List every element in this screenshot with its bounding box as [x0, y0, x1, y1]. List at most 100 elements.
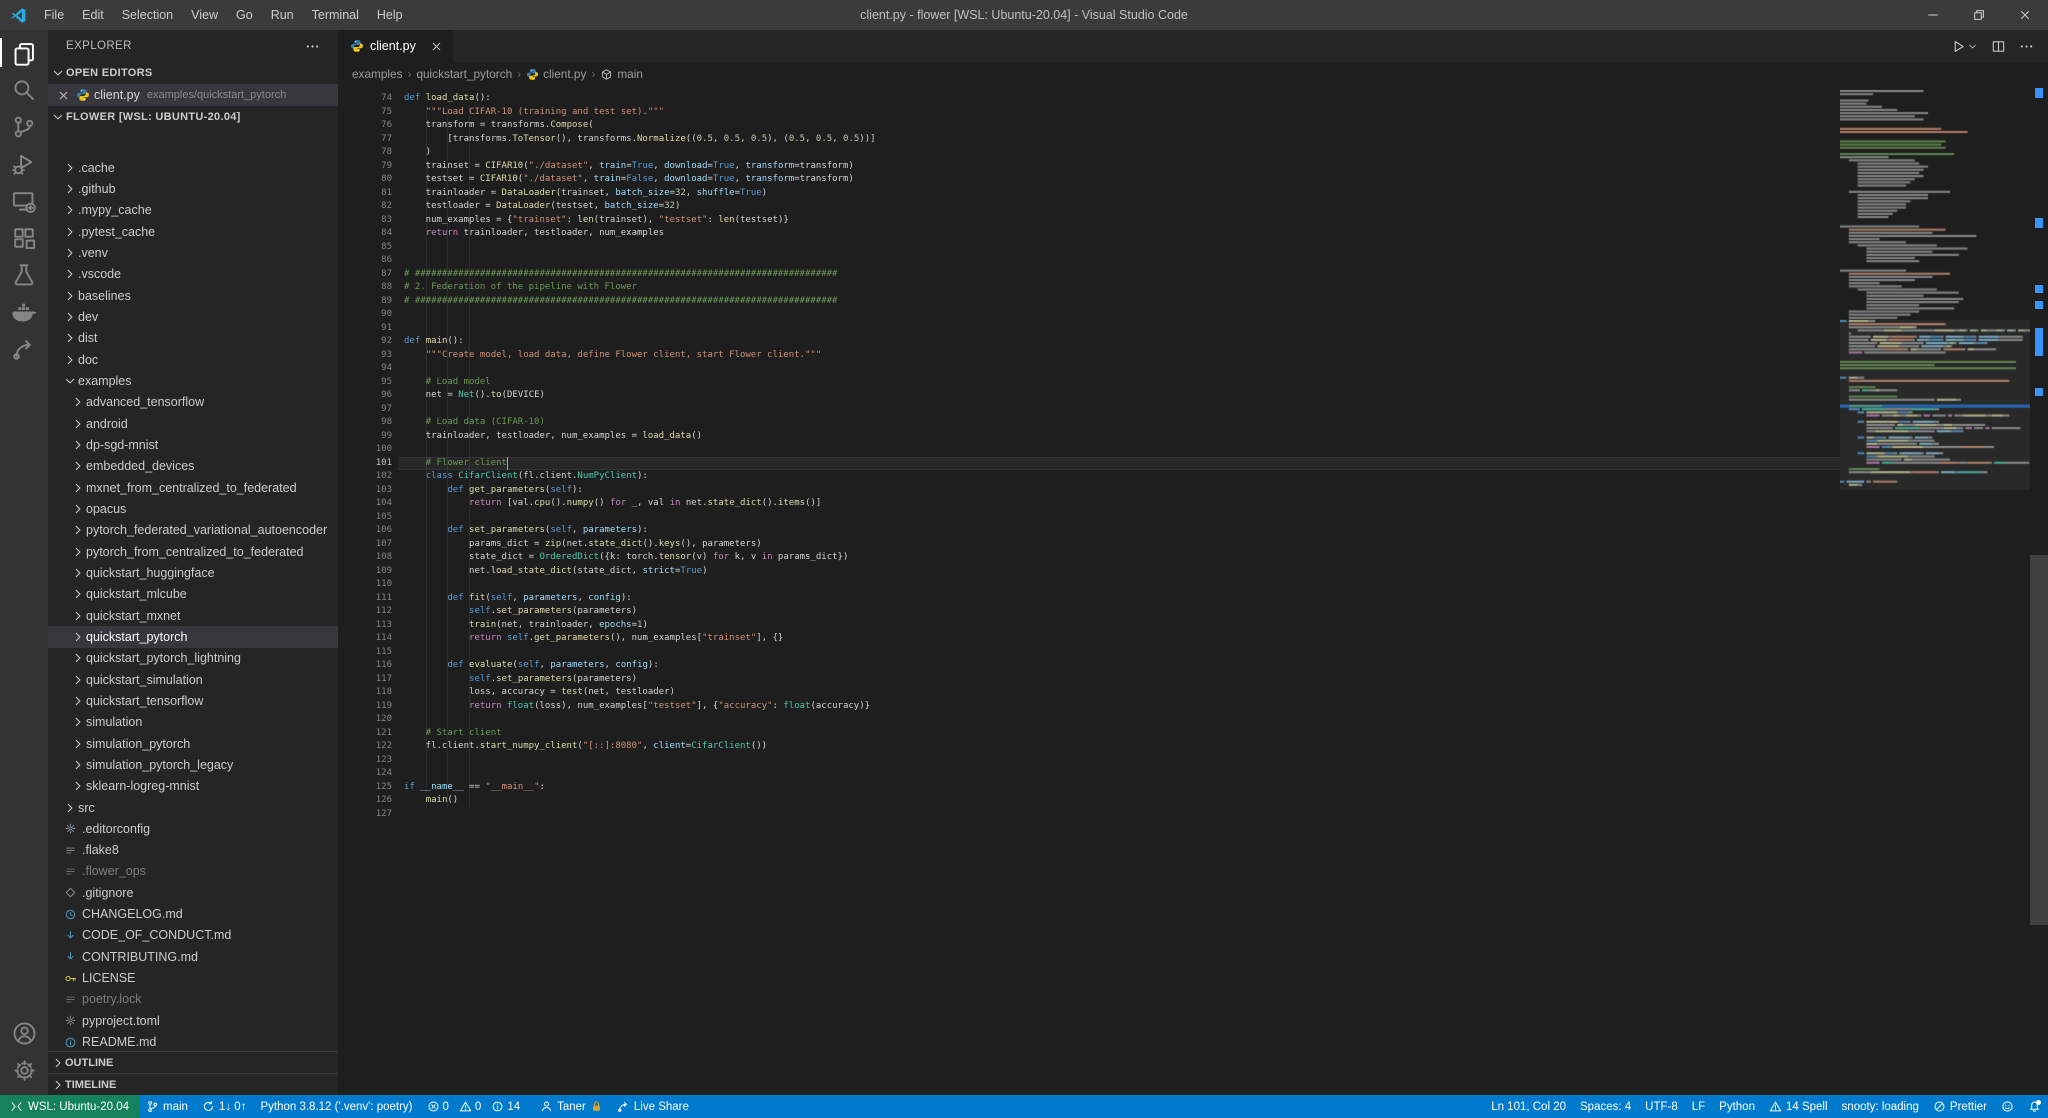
split-editor-icon[interactable]: [1991, 39, 2006, 54]
tree-item-examples[interactable]: examples: [48, 370, 338, 391]
line-number-123[interactable]: 123: [338, 754, 392, 768]
status-cursor-position[interactable]: Ln 101, Col 20: [1484, 1095, 1573, 1118]
status-liveshare-user[interactable]: Taner: [533, 1095, 610, 1118]
menu-terminal[interactable]: Terminal: [303, 0, 368, 30]
activity-search-icon[interactable]: [0, 71, 48, 108]
code-line-123[interactable]: [404, 754, 876, 768]
line-number-112[interactable]: 112: [338, 605, 392, 619]
outline-section[interactable]: OUTLINE: [48, 1051, 338, 1073]
minimap[interactable]: [1840, 86, 2030, 506]
status-problems[interactable]: 0 0 14: [420, 1095, 534, 1118]
line-number-126[interactable]: 126: [338, 794, 392, 808]
line-number-91[interactable]: 91: [338, 322, 392, 336]
code-line-124[interactable]: [404, 767, 876, 781]
code-line-122[interactable]: fl.client.start_numpy_client("[::]:8080"…: [404, 740, 876, 754]
activity-source-control-icon[interactable]: [0, 108, 48, 145]
code-line-77[interactable]: [transforms.ToTensor(), transforms.Norma…: [404, 133, 875, 147]
status-notifications[interactable]: [2021, 1095, 2048, 1118]
line-number-104[interactable]: 104: [338, 497, 392, 511]
line-number-114[interactable]: 114: [338, 632, 392, 646]
menu-view[interactable]: View: [182, 0, 227, 30]
menu-edit[interactable]: Edit: [73, 0, 113, 30]
tree-item-embedded_devices[interactable]: embedded_devices: [48, 456, 338, 477]
tree-item-CONTRIBUTING.md[interactable]: CONTRIBUTING.md: [48, 946, 338, 967]
tree-item-pytorch_federated_variational_autoencoder[interactable]: pytorch_federated_variational_autoencode…: [48, 520, 338, 541]
tree-item-android[interactable]: android: [48, 413, 338, 434]
line-number-92[interactable]: 92: [338, 335, 392, 349]
code-line-74[interactable]: def load_data():: [404, 92, 876, 106]
line-number-97[interactable]: 97: [338, 403, 392, 417]
code-line-104[interactable]: return [val.cpu().numpy() for _, val in …: [404, 497, 876, 511]
code-line-120[interactable]: [404, 713, 876, 727]
activity-accounts-icon[interactable]: [0, 1015, 48, 1052]
activity-settings-icon[interactable]: [0, 1052, 48, 1089]
code-line-92[interactable]: def main():: [404, 335, 876, 349]
tree-item-.venv[interactable]: .venv: [48, 242, 338, 263]
tree-item-advanced_tensorflow[interactable]: advanced_tensorflow: [48, 392, 338, 413]
tree-item-LICENSE[interactable]: LICENSE: [48, 967, 338, 988]
line-number-90[interactable]: 90: [338, 308, 392, 322]
line-number-103[interactable]: 103: [338, 484, 392, 498]
code-line-116[interactable]: def evaluate(self, parameters, config):: [404, 659, 876, 673]
activity-extensions-icon[interactable]: [0, 219, 48, 256]
line-number-96[interactable]: 96: [338, 389, 392, 403]
status-liveshare[interactable]: Live Share: [610, 1095, 696, 1118]
line-number-89[interactable]: 89: [338, 295, 392, 309]
tree-item-poetry.lock[interactable]: poetry.lock: [48, 989, 338, 1010]
line-number-102[interactable]: 102: [338, 470, 392, 484]
tree-item-.mypy_cache[interactable]: .mypy_cache: [48, 200, 338, 221]
code-line-78[interactable]: ): [404, 146, 876, 160]
minimize-button[interactable]: [1910, 0, 1956, 30]
line-number-115[interactable]: 115: [338, 646, 392, 660]
line-number-85[interactable]: 85: [338, 241, 392, 255]
line-number-87[interactable]: 87: [338, 268, 392, 282]
code-line-99[interactable]: trainloader, testloader, num_examples = …: [404, 430, 876, 444]
timeline-section[interactable]: TIMELINE: [48, 1073, 338, 1095]
line-number-122[interactable]: 122: [338, 740, 392, 754]
line-number-80[interactable]: 80: [338, 173, 392, 187]
code-line-126[interactable]: main(): [404, 794, 876, 808]
code-line-95[interactable]: # Load model: [404, 376, 876, 390]
code-line-84[interactable]: return trainloader, testloader, num_exam…: [404, 227, 876, 241]
code-line-125[interactable]: if __name__ == "__main__":: [404, 781, 876, 795]
line-number-77[interactable]: 77: [338, 133, 392, 147]
code-content[interactable]: def load_data(): """Load CIFAR-10 (train…: [404, 92, 876, 821]
breadcrumb-client.py[interactable]: client.py: [526, 67, 586, 81]
tree-item-README.md[interactable]: README.md: [48, 1031, 338, 1052]
code-line-75[interactable]: """Load CIFAR-10 (training and test set)…: [404, 106, 876, 120]
code-line-115[interactable]: [404, 646, 876, 660]
code-line-83[interactable]: num_examples = {"trainset": len(trainset…: [404, 214, 876, 228]
tree-item-quickstart_simulation[interactable]: quickstart_simulation: [48, 669, 338, 690]
tab-client-py[interactable]: client.py: [338, 30, 453, 62]
line-number-98[interactable]: 98: [338, 416, 392, 430]
code-line-90[interactable]: [404, 308, 876, 322]
line-number-95[interactable]: 95: [338, 376, 392, 390]
code-line-113[interactable]: train(net, trainloader, epochs=1): [404, 619, 876, 633]
tree-item-dist[interactable]: dist: [48, 328, 338, 349]
tree-item-doc[interactable]: doc: [48, 349, 338, 370]
code-line-97[interactable]: [404, 403, 876, 417]
tree-item-pytorch_from_centralized_to_federated[interactable]: pytorch_from_centralized_to_federated: [48, 541, 338, 562]
line-number-74[interactable]: 74: [338, 92, 392, 106]
code-line-105[interactable]: [404, 511, 876, 525]
code-line-106[interactable]: def set_parameters(self, parameters):: [404, 524, 876, 538]
line-number-111[interactable]: 111: [338, 592, 392, 606]
line-number-75[interactable]: 75: [338, 106, 392, 120]
tree-item-CHANGELOG.md[interactable]: CHANGELOG.md: [48, 903, 338, 924]
tree-item-sklearn-logreg-mnist[interactable]: sklearn-logreg-mnist: [48, 776, 338, 797]
line-number-79[interactable]: 79: [338, 160, 392, 174]
tree-item-quickstart_pytorch[interactable]: quickstart_pytorch: [48, 626, 338, 648]
tree-item-simulation[interactable]: simulation: [48, 712, 338, 733]
line-number-81[interactable]: 81: [338, 187, 392, 201]
line-number-108[interactable]: 108: [338, 551, 392, 565]
tree-item-quickstart_tensorflow[interactable]: quickstart_tensorflow: [48, 690, 338, 711]
code-line-96[interactable]: net = Net().to(DEVICE): [404, 389, 876, 403]
code-line-103[interactable]: def get_parameters(self):: [404, 484, 876, 498]
line-number-88[interactable]: 88: [338, 281, 392, 295]
code-line-101[interactable]: # Flower client: [404, 457, 876, 471]
tree-item-CODE_OF_CONDUCT.md[interactable]: CODE_OF_CONDUCT.md: [48, 925, 338, 946]
tree-item-mxnet_from_centralized_to_federated[interactable]: mxnet_from_centralized_to_federated: [48, 477, 338, 498]
restore-button[interactable]: [1956, 0, 2002, 30]
tree-item-.vscode[interactable]: .vscode: [48, 264, 338, 285]
line-number-109[interactable]: 109: [338, 565, 392, 579]
